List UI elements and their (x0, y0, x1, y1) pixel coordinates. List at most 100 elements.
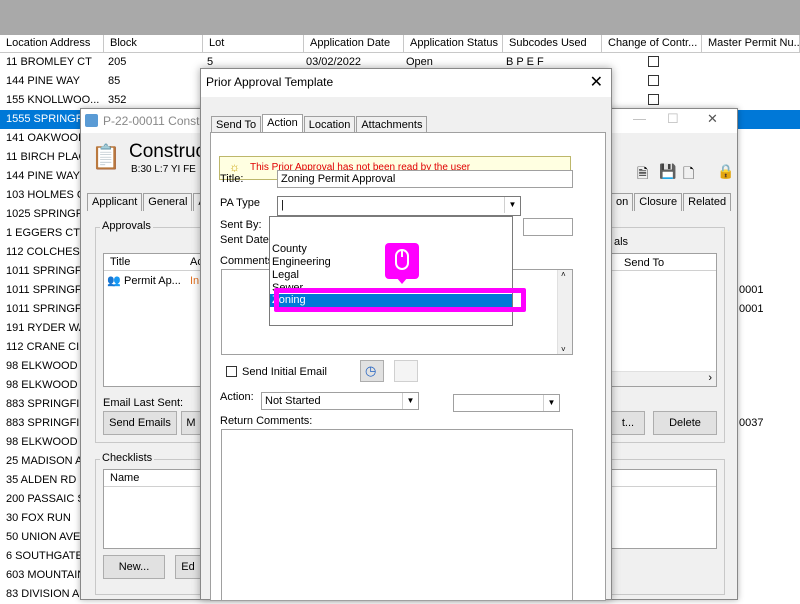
clock-icon: ◷ (365, 363, 377, 378)
document-icon[interactable]: 🗎 (637, 163, 648, 187)
col-subcodes-used[interactable]: Subcodes Used (503, 35, 602, 53)
m-button[interactable]: M (181, 411, 201, 435)
table-cell-address: 155 KNOLLWOO... (6, 94, 100, 106)
sent-date-label: Sent Date: (220, 234, 272, 246)
col-send-to: Send To (624, 257, 665, 269)
sent-by-field[interactable] (523, 218, 573, 236)
chevron-down-icon[interactable]: ▼ (402, 393, 418, 409)
pa-type-label: PA Type (220, 197, 260, 209)
email-last-sent-label: Email Last Sent: (103, 397, 184, 409)
col-application-date[interactable]: Application Date (304, 35, 404, 53)
h-scrollbar[interactable]: › (612, 371, 716, 386)
return-comments-textarea[interactable] (221, 429, 573, 601)
table-cell-address: 1011 SPRINGF (6, 284, 82, 296)
approvals-right-list[interactable]: Send To › (611, 253, 717, 387)
title-field[interactable]: Zoning Permit Approval (277, 170, 573, 188)
table-cell-address: 191 RYDER WA (6, 322, 87, 334)
master-permit-cell: 0001 (739, 284, 764, 296)
option-legal[interactable]: Legal (272, 269, 299, 281)
tab-closure[interactable]: Closure (634, 193, 683, 211)
construction-tabs-left: Applicant General A (87, 193, 212, 211)
tab-on[interactable]: on (611, 193, 634, 211)
prior-approval-dialog: Prior Approval Template ✕ Send To Action… (200, 68, 612, 601)
action-label: Action: (220, 391, 254, 403)
send-emails-button[interactable]: Send Emails (103, 411, 177, 435)
chevron-down-icon[interactable]: ▼ (504, 197, 520, 213)
checklists-label: Checklists (100, 452, 155, 464)
col-change-of-contractor[interactable]: Change of Contr... (602, 35, 702, 53)
clock-button[interactable]: ◷ (360, 360, 384, 382)
table-cell-block: 205 (108, 56, 127, 68)
edit-checklist-button[interactable]: Ed (175, 555, 201, 579)
dialog-titlebar: Prior Approval Template ✕ (201, 69, 611, 97)
table-cell-address: 11 BROMLEY CT (6, 56, 92, 68)
col-lot[interactable]: Lot (203, 35, 304, 53)
copy-icon[interactable]: 🗋 (683, 163, 694, 187)
col-application-status[interactable]: Application Status (404, 35, 503, 53)
approval-row-title[interactable]: Permit Ap... (124, 275, 181, 287)
col-block[interactable]: Block (104, 35, 203, 53)
delete-button[interactable]: Delete (653, 411, 717, 435)
change-of-contractor-checkbox[interactable] (648, 56, 659, 67)
table-cell-address: 144 PINE WAY (6, 75, 80, 87)
tab-general[interactable]: General (143, 193, 193, 211)
checklists-col-name: Name (110, 472, 140, 484)
table-cell-block: 352 (108, 94, 127, 106)
option-county[interactable]: County (272, 243, 307, 255)
save-icon[interactable]: 💾 (659, 163, 676, 180)
v-scrollbar[interactable]: ˄ ˅ (557, 270, 572, 354)
lock-icon[interactable]: 🔒 (717, 163, 734, 180)
close-icon[interactable]: ✕ (707, 111, 718, 127)
dialog-body: ☼ This Prior Approval has not been read … (210, 132, 606, 601)
disabled-button[interactable] (394, 360, 418, 382)
send-initial-email-checkbox[interactable] (226, 366, 237, 377)
table-cell-address: 200 PASSAIC S (6, 493, 85, 505)
col-location-address[interactable]: Location Address (0, 35, 104, 53)
users-icon: 👥 (107, 275, 121, 287)
approval-row-status: In (190, 275, 200, 287)
dialog-title: Prior Approval Template (206, 75, 334, 89)
construction-tabs-right: on Closure Related (611, 193, 732, 211)
chevron-down-icon[interactable]: ˅ (561, 345, 566, 354)
secondary-combo[interactable]: ▼ (453, 394, 560, 412)
mouse-icon (395, 249, 409, 270)
change-of-contractor-checkbox[interactable] (648, 75, 659, 86)
new-button[interactable]: New... (103, 555, 165, 579)
construction-title: P-22-00011 Constr (103, 114, 204, 128)
table-cell-address: 603 MOUNTAIN (6, 569, 86, 581)
chevron-down-icon[interactable]: ▼ (543, 395, 559, 411)
action-combo[interactable]: Not Started ▼ (261, 392, 419, 410)
maximize-icon[interactable]: ☐ (667, 111, 679, 127)
pa-type-value: | (281, 199, 284, 211)
send-initial-email-label: Send Initial Email (242, 366, 327, 378)
table-cell-address: 1025 SPRINGF (6, 208, 83, 220)
action-value: Not Started (265, 395, 321, 407)
chevron-right-icon[interactable]: › (708, 372, 712, 384)
edit-button[interactable]: t... (611, 411, 645, 435)
table-cell-date: 03/02/2022 (306, 56, 362, 68)
table-cell-address: 141 OAKWOOD (6, 132, 87, 144)
approvals-list[interactable]: Title Ac 👥 Permit Ap... In (103, 253, 203, 387)
chevron-up-icon[interactable]: ˄ (561, 270, 566, 279)
app-icon (85, 114, 98, 127)
table-cell-address: 1555 SPRINGF (6, 113, 83, 125)
table-cell-address: 103 HOLMES O (6, 189, 86, 201)
minimize-icon[interactable]: — (633, 111, 646, 126)
change-of-contractor-checkbox[interactable] (648, 94, 659, 105)
checklists-list[interactable]: Name (103, 469, 203, 549)
top-bar (0, 0, 800, 35)
pa-type-combo[interactable]: | ▼ (277, 196, 521, 216)
table-cell-address: 98 ELKWOOD A (6, 379, 88, 391)
table-cell-lot: 5 (207, 56, 214, 68)
sent-by-label: Sent By: (220, 219, 262, 231)
return-comments-label: Return Comments: (220, 415, 313, 427)
construction-header-title: Construc (129, 141, 206, 162)
right-panel-label: als (614, 236, 629, 248)
checklists-right-list[interactable] (611, 469, 717, 549)
close-icon[interactable]: ✕ (590, 72, 603, 92)
tab-related[interactable]: Related (683, 193, 732, 211)
col-master-permit[interactable]: Master Permit Nu... (702, 35, 800, 53)
tab-action[interactable]: Action (262, 114, 303, 134)
tab-applicant[interactable]: Applicant (87, 193, 143, 211)
option-engineering[interactable]: Engineering (272, 256, 331, 268)
